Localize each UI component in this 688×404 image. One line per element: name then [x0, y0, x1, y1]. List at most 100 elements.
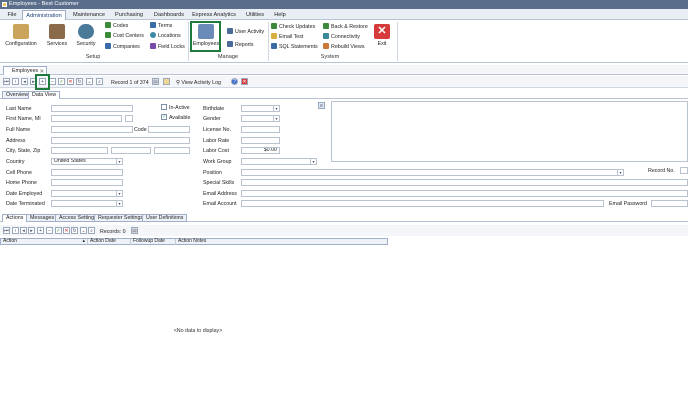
- prev-page-icon[interactable]: ‹: [12, 78, 19, 85]
- find-icon[interactable]: ⌕: [88, 227, 95, 234]
- first-record-icon[interactable]: ⏮: [3, 227, 10, 234]
- zip-field[interactable]: [154, 147, 190, 154]
- companies-button[interactable]: Companies: [105, 43, 140, 52]
- filter-icon[interactable]: ⌄: [80, 227, 87, 234]
- date-terminated-field[interactable]: ▾: [51, 200, 123, 207]
- save-icon[interactable]: ✓: [55, 227, 62, 234]
- position-select[interactable]: ▾: [241, 169, 624, 176]
- inactive-checkbox[interactable]: [161, 104, 167, 110]
- tab-express-analytics[interactable]: Express Analytics: [190, 10, 238, 20]
- help-icon[interactable]: ?: [231, 78, 238, 85]
- home-phone-field[interactable]: [51, 179, 123, 186]
- chevron-down-icon[interactable]: ▾: [273, 106, 279, 111]
- work-group-select[interactable]: ▾: [241, 158, 317, 165]
- ribbon-separator: [397, 22, 398, 61]
- services-button[interactable]: Services: [46, 23, 68, 53]
- chevron-down-icon[interactable]: ▾: [617, 170, 623, 175]
- terms-button[interactable]: Terms: [150, 22, 172, 31]
- delete-record-icon[interactable]: −: [49, 78, 56, 85]
- tab-maintenance[interactable]: Maintenance: [70, 10, 108, 20]
- last-name-field[interactable]: [51, 105, 133, 112]
- tab-user-definitions[interactable]: User Definitions: [142, 214, 188, 222]
- rebuild-views-button[interactable]: Rebuild Views: [323, 43, 364, 52]
- prev-record-icon[interactable]: ◂: [21, 78, 28, 85]
- cost-centers-button[interactable]: Cost Centers: [105, 32, 144, 41]
- find-icon[interactable]: ⌕: [96, 78, 103, 85]
- chevron-down-icon[interactable]: ▾: [116, 191, 122, 196]
- cell-phone-field[interactable]: [51, 169, 123, 176]
- license-no-field[interactable]: [241, 126, 280, 133]
- record-no-field[interactable]: [680, 167, 688, 174]
- special-skills-field[interactable]: [241, 179, 688, 186]
- field-locks-button[interactable]: Field Locks: [150, 43, 185, 52]
- col-followup-date[interactable]: Followup Date: [131, 239, 176, 245]
- cancel-icon[interactable]: ✕: [67, 78, 74, 85]
- tab-actions[interactable]: Actions: [2, 214, 28, 222]
- back-restore-button[interactable]: Back & Restore: [323, 23, 368, 32]
- email-address-field[interactable]: [241, 190, 688, 197]
- print-icon[interactable]: ▤: [152, 78, 159, 85]
- user-activity-button[interactable]: User Activity: [227, 28, 264, 37]
- tab-purchasing[interactable]: Purchasing: [112, 10, 146, 20]
- close-record-icon[interactable]: ✕: [241, 78, 248, 85]
- full-name-field[interactable]: [51, 126, 133, 133]
- notes-icon[interactable]: ≡: [318, 102, 325, 109]
- code-field[interactable]: [148, 126, 190, 133]
- col-action-date[interactable]: Action Date: [88, 239, 131, 245]
- available-checkbox[interactable]: ✓: [161, 114, 167, 120]
- delete-row-icon[interactable]: −: [46, 227, 53, 234]
- tab-file[interactable]: File: [4, 10, 20, 20]
- prev-page-icon[interactable]: ‹: [12, 227, 19, 234]
- gender-select[interactable]: ▾: [241, 115, 280, 122]
- labor-cost-field[interactable]: $0.00: [241, 147, 280, 154]
- tab-utilities[interactable]: Utilities: [243, 10, 267, 20]
- tab-dashboards[interactable]: Dashboards: [151, 10, 187, 20]
- chevron-down-icon[interactable]: ▾: [116, 201, 122, 206]
- check-updates-button[interactable]: Check Updates: [271, 23, 315, 32]
- filter-icon[interactable]: ⌄: [86, 78, 93, 85]
- prev-record-icon[interactable]: ◂: [20, 227, 27, 234]
- sql-statements-button[interactable]: SQL Statements: [271, 43, 318, 52]
- country-select[interactable]: United States ▾: [51, 158, 123, 165]
- refresh-icon[interactable]: ↻: [71, 227, 78, 234]
- configuration-button[interactable]: Configuration: [4, 23, 38, 53]
- first-record-icon[interactable]: ⏮: [3, 78, 10, 85]
- state-field[interactable]: [111, 147, 151, 154]
- first-name-field[interactable]: [51, 115, 122, 122]
- col-action-notes[interactable]: Action Notes: [176, 239, 388, 245]
- tab-help[interactable]: Help: [272, 10, 288, 20]
- add-row-icon[interactable]: +: [37, 227, 44, 234]
- print-icon[interactable]: ▤: [131, 227, 138, 234]
- col-action[interactable]: Action ▴: [1, 239, 88, 245]
- next-record-icon[interactable]: ▸: [28, 227, 35, 234]
- labor-rate-field[interactable]: [241, 137, 280, 144]
- email-account-field[interactable]: [241, 200, 604, 207]
- notes-area[interactable]: [331, 101, 688, 162]
- middle-initial-field[interactable]: [125, 115, 133, 122]
- address-field[interactable]: [51, 137, 190, 144]
- exit-button[interactable]: ✕ Exit: [372, 23, 392, 53]
- refresh-icon[interactable]: ↻: [76, 78, 83, 85]
- email-password-field[interactable]: [651, 200, 688, 207]
- close-icon: ✕: [374, 24, 390, 39]
- tab-data-view[interactable]: Data View: [28, 91, 61, 99]
- city-field[interactable]: [51, 147, 108, 154]
- cost-centers-icon: [105, 32, 111, 38]
- chevron-down-icon[interactable]: ▾: [116, 159, 122, 164]
- view-activity-log-button[interactable]: ⚲ View Activity Log: [176, 80, 221, 86]
- chevron-down-icon[interactable]: ▾: [310, 159, 316, 164]
- birthdate-field[interactable]: ▾: [241, 105, 280, 112]
- security-button[interactable]: Security: [75, 23, 97, 53]
- save-icon[interactable]: ✓: [58, 78, 65, 85]
- email-test-button[interactable]: Email Test: [271, 33, 303, 42]
- codes-button[interactable]: Codes: [105, 22, 128, 31]
- connectivity-button[interactable]: Connectivity: [323, 33, 360, 42]
- reports-button[interactable]: Reports: [227, 41, 254, 50]
- tab-requester-settings[interactable]: Requester Settings: [94, 214, 148, 222]
- cancel-icon[interactable]: ✕: [63, 227, 70, 234]
- date-employed-field[interactable]: ▾: [51, 190, 123, 197]
- folder-icon[interactable]: [163, 78, 170, 85]
- chevron-down-icon[interactable]: ▾: [273, 116, 279, 121]
- locations-button[interactable]: Locations: [150, 32, 181, 41]
- tab-messages[interactable]: Messages: [26, 214, 59, 222]
